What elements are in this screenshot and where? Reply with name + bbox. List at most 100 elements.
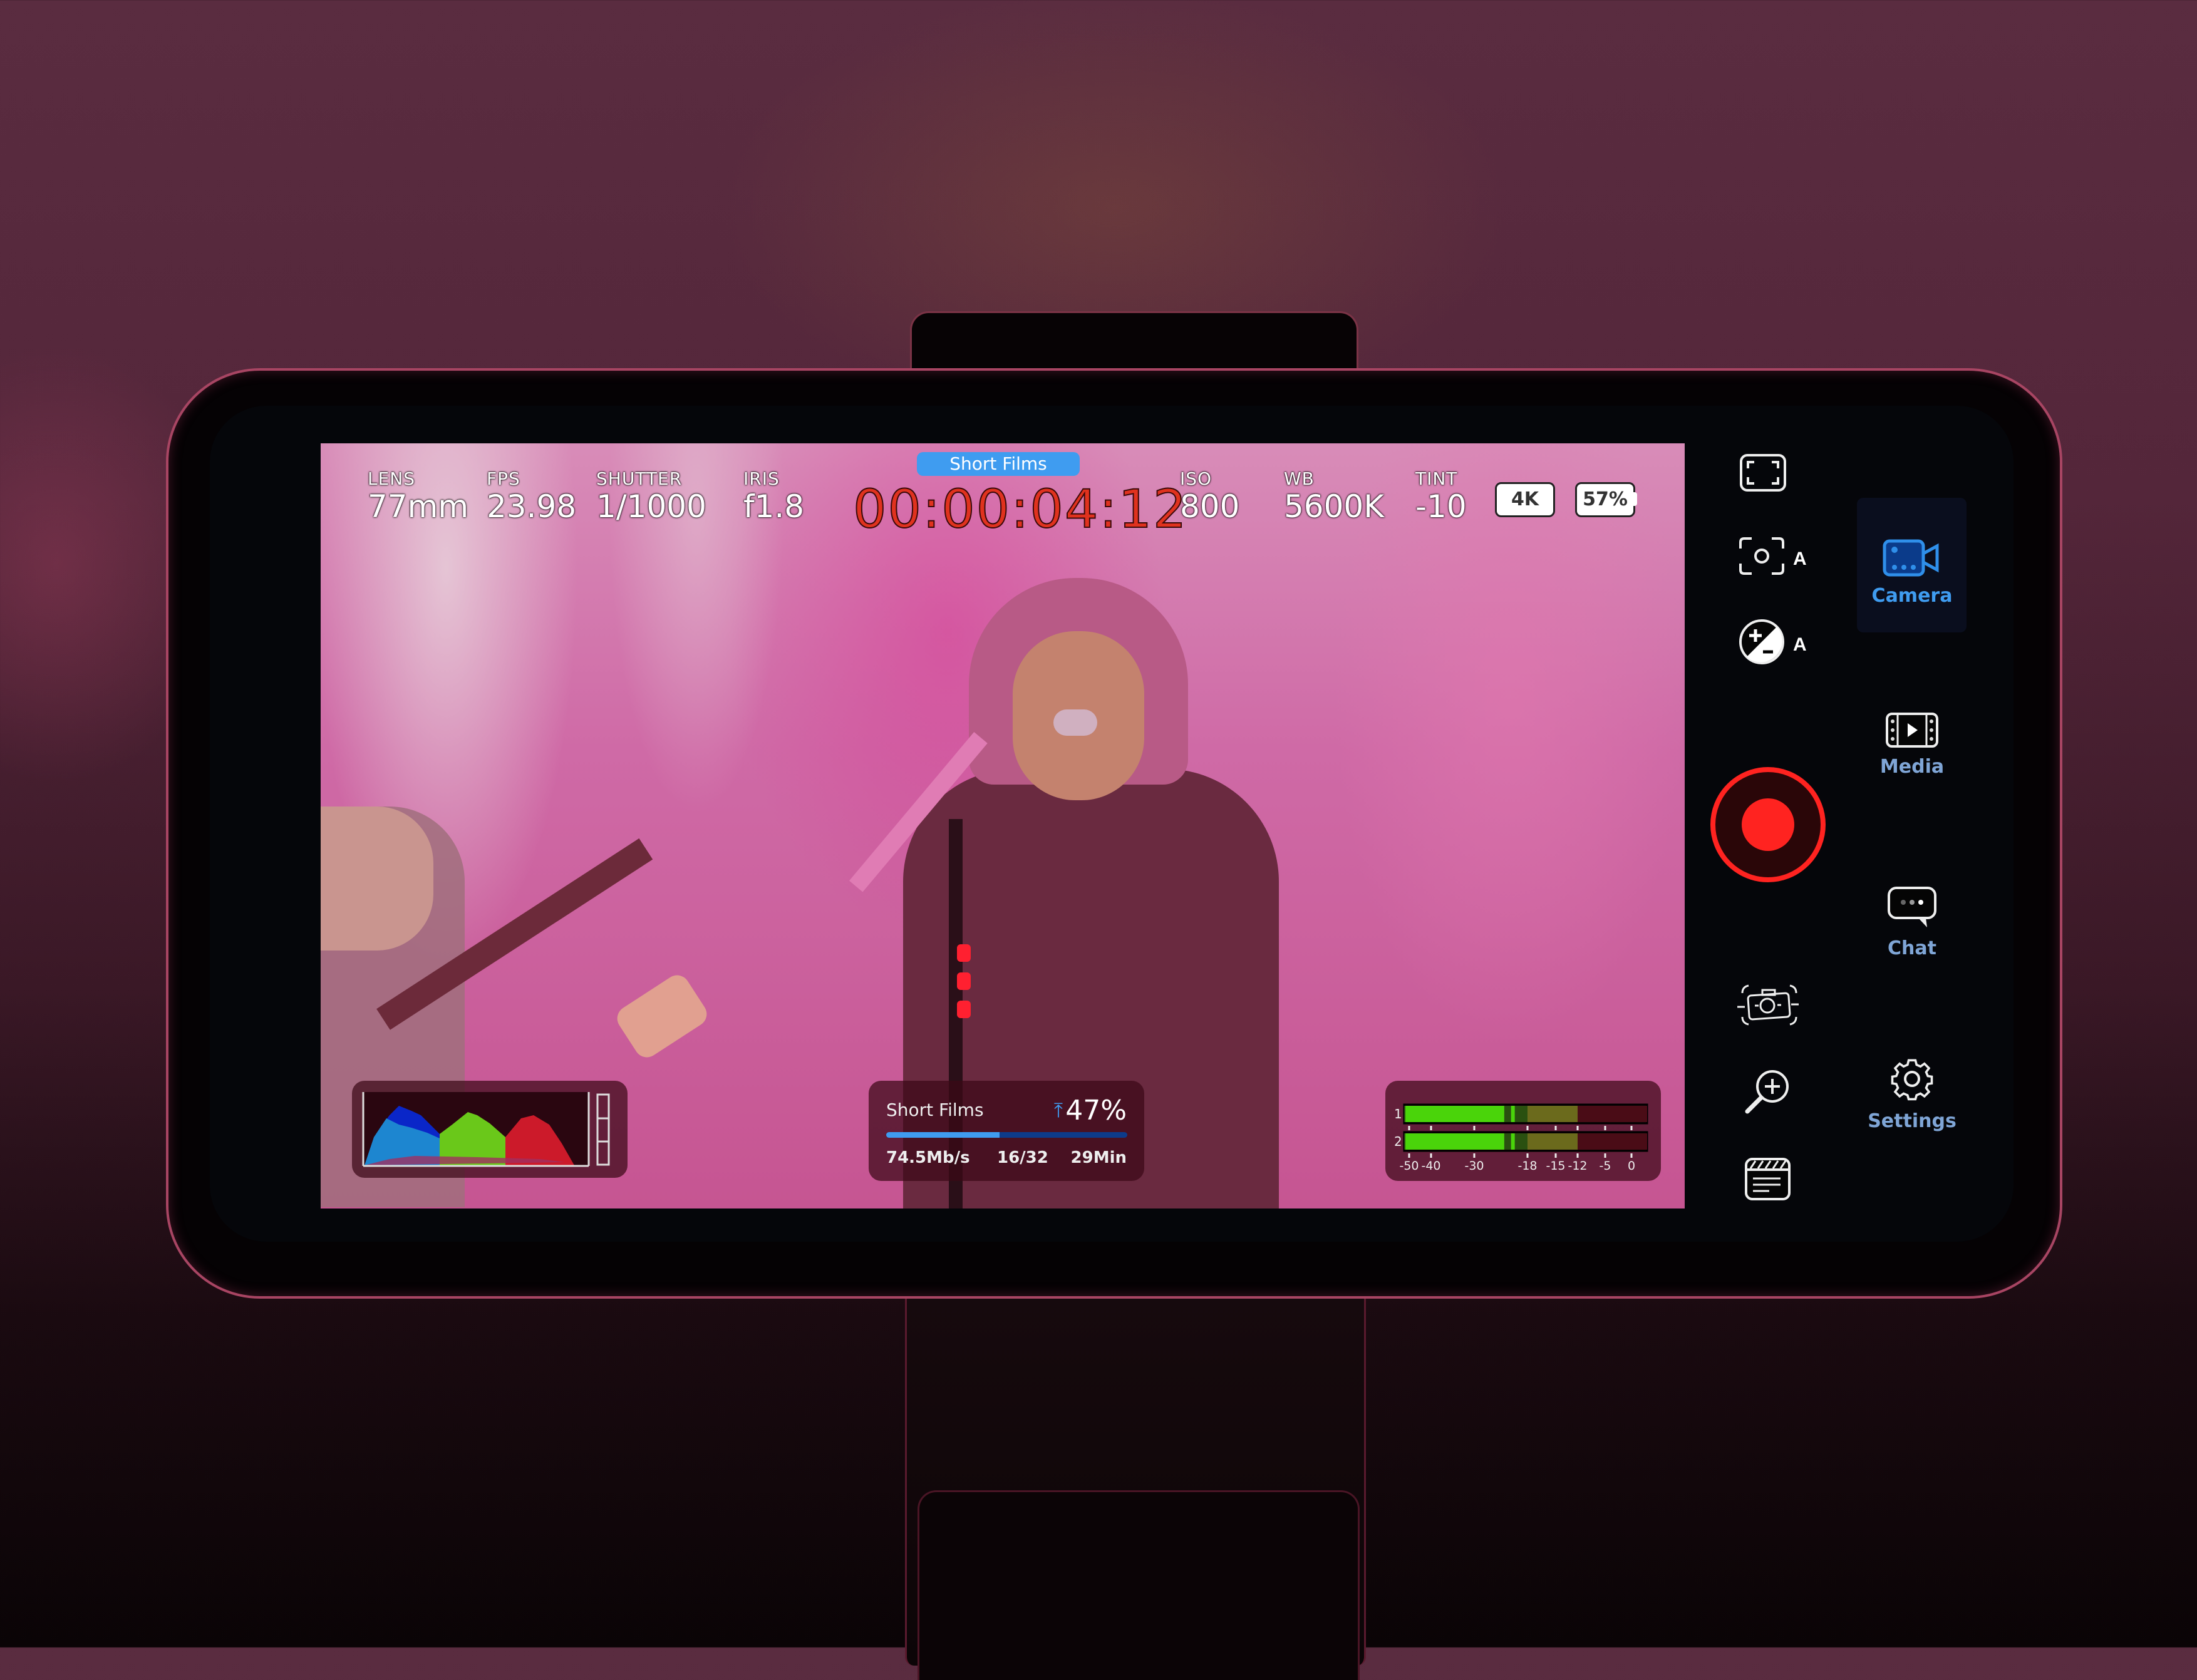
histogram-panel[interactable] [352,1081,628,1178]
auto-focus-button[interactable]: A [1738,535,1813,576]
phone-stand-base [918,1490,1360,1680]
scene-bassist-head [321,807,433,951]
lens-value[interactable]: 77mm [368,488,468,525]
scene-hoodie-button [957,972,971,990]
svg-text:A: A [1793,549,1807,569]
record-button[interactable] [1708,765,1827,884]
audio-scale-tick [1430,1153,1432,1158]
slate-button[interactable] [1744,1157,1791,1201]
audio-scale-label: -18 [1517,1159,1537,1173]
iris-value[interactable]: f1.8 [743,488,804,525]
audio-scale-tick [1473,1126,1476,1130]
zoom-in-icon [1745,1070,1789,1114]
project-tag[interactable]: Short Films [917,452,1080,476]
chat-bubble-icon [1888,887,1936,927]
audio-scale-tick [1473,1153,1476,1158]
audio-meter-level [1405,1133,1504,1150]
audio-meter-zone [1578,1133,1647,1150]
tint-label: TINT [1415,468,1458,489]
battery-indicator: 57% [1575,482,1635,517]
remaining-time: 29Min [1070,1148,1127,1167]
audio-scale-label: -30 [1464,1159,1484,1173]
zoom-button[interactable] [1742,1068,1792,1118]
iris-label: IRIS [743,468,780,489]
lens-label: LENS [368,468,416,489]
upload-progress-fill [886,1132,1000,1138]
audio-scale-tick [1408,1126,1410,1130]
clip-upload-panel[interactable]: Short Films ⤒ 47% 74.5Mb/s 16/32 29Min [869,1081,1144,1181]
shutter-label: SHUTTER [596,468,683,489]
scene-bass-headstock [612,970,712,1063]
clip-project-name: Short Films [886,1100,984,1120]
auto-exposure-icon: A [1739,619,1807,664]
auto-focus-icon: A [1739,537,1807,575]
audio-scale-label: -15 [1546,1159,1565,1173]
audio-scale-tick [1630,1153,1633,1158]
histogram-graph [362,1092,610,1167]
slate-icon [1745,1158,1791,1200]
audio-scale-tick [1430,1126,1432,1130]
nav-chat[interactable]: Chat [1859,886,1965,959]
audio-scale-tick [1526,1153,1529,1158]
clip-indicator [596,1093,610,1166]
audio-meter-panel[interactable]: 1 2 -50 -40 -30 -18 -15 -12 -5 0 [1385,1081,1661,1181]
resolution-badge[interactable]: 4K [1495,482,1555,517]
scene-microphone [1053,709,1097,736]
auto-exposure-button[interactable]: A [1738,617,1813,667]
film-play-icon [1886,713,1938,748]
iso-label: ISO [1180,468,1212,489]
iso-value[interactable]: 800 [1180,488,1239,525]
audio-meter-zone [1528,1106,1578,1122]
audio-meter-peak [1511,1133,1515,1150]
gear-icon [1891,1059,1933,1101]
audio-scale-label: -12 [1568,1159,1587,1173]
nav-chat-label: Chat [1888,937,1936,959]
audio-scale-label: -40 [1421,1159,1440,1173]
svg-text:A: A [1793,634,1807,655]
record-icon [1710,767,1826,882]
wb-value[interactable]: 5600K [1284,488,1384,525]
audio-scale-tick [1576,1153,1579,1158]
nav-media[interactable]: Media [1859,712,1965,778]
audio-scale-tick [1526,1126,1529,1130]
audio-channel-label: 2 [1394,1134,1402,1149]
video-camera-icon [1883,539,1939,577]
nav-camera[interactable]: Camera [1859,539,1965,607]
scene-hoodie-button [957,1001,971,1018]
nav-settings[interactable]: Settings [1859,1055,1965,1132]
frame-guides-icon [1740,453,1786,492]
clip-count: 16/32 [997,1148,1048,1167]
fps-value[interactable]: 23.98 [487,488,576,525]
fps-label: FPS [487,468,520,489]
audio-scale-tick [1554,1126,1557,1130]
scene-hoodie-button [957,944,971,962]
upload-progress-bar [886,1132,1127,1138]
bitrate: 74.5Mb/s [886,1148,970,1167]
nav-settings-label: Settings [1868,1110,1957,1132]
timecode: 00:00:04:12 [852,478,1188,540]
nav-camera-label: Camera [1871,585,1953,607]
audio-scale-tick [1408,1153,1410,1158]
stabilization-button[interactable] [1736,982,1802,1029]
audio-scale-tick [1604,1153,1606,1158]
audio-scale-tick [1576,1126,1579,1130]
audio-meter-zone [1578,1106,1647,1122]
audio-channel-label: 1 [1394,1106,1402,1121]
frame-guides-button[interactable] [1738,452,1788,493]
nav-media-label: Media [1879,756,1945,778]
audio-meter-graph: 12-50 -40 -30 -18 -15 -12 -5 0 [1394,1103,1648,1173]
audio-scale-tick [1630,1126,1633,1130]
camera-viewfinder[interactable]: Short Films LENS 77mm FPS 23.98 SHUTTER … [321,443,1685,1208]
audio-scale-tick [1554,1153,1557,1158]
audio-scale-label: 0 [1628,1159,1635,1173]
camera-stabilization-icon [1737,984,1799,1026]
audio-scale-tick [1604,1126,1606,1130]
wb-label: WB [1284,468,1315,489]
audio-meter-peak [1511,1106,1515,1122]
shutter-value[interactable]: 1/1000 [596,488,706,525]
audio-meter-level [1405,1106,1504,1122]
tint-value[interactable]: -10 [1415,488,1467,525]
audio-meter-zone [1528,1133,1578,1150]
upload-percent: 47% [1065,1095,1127,1126]
upload-arrow-icon: ⤒ [1053,1098,1063,1122]
